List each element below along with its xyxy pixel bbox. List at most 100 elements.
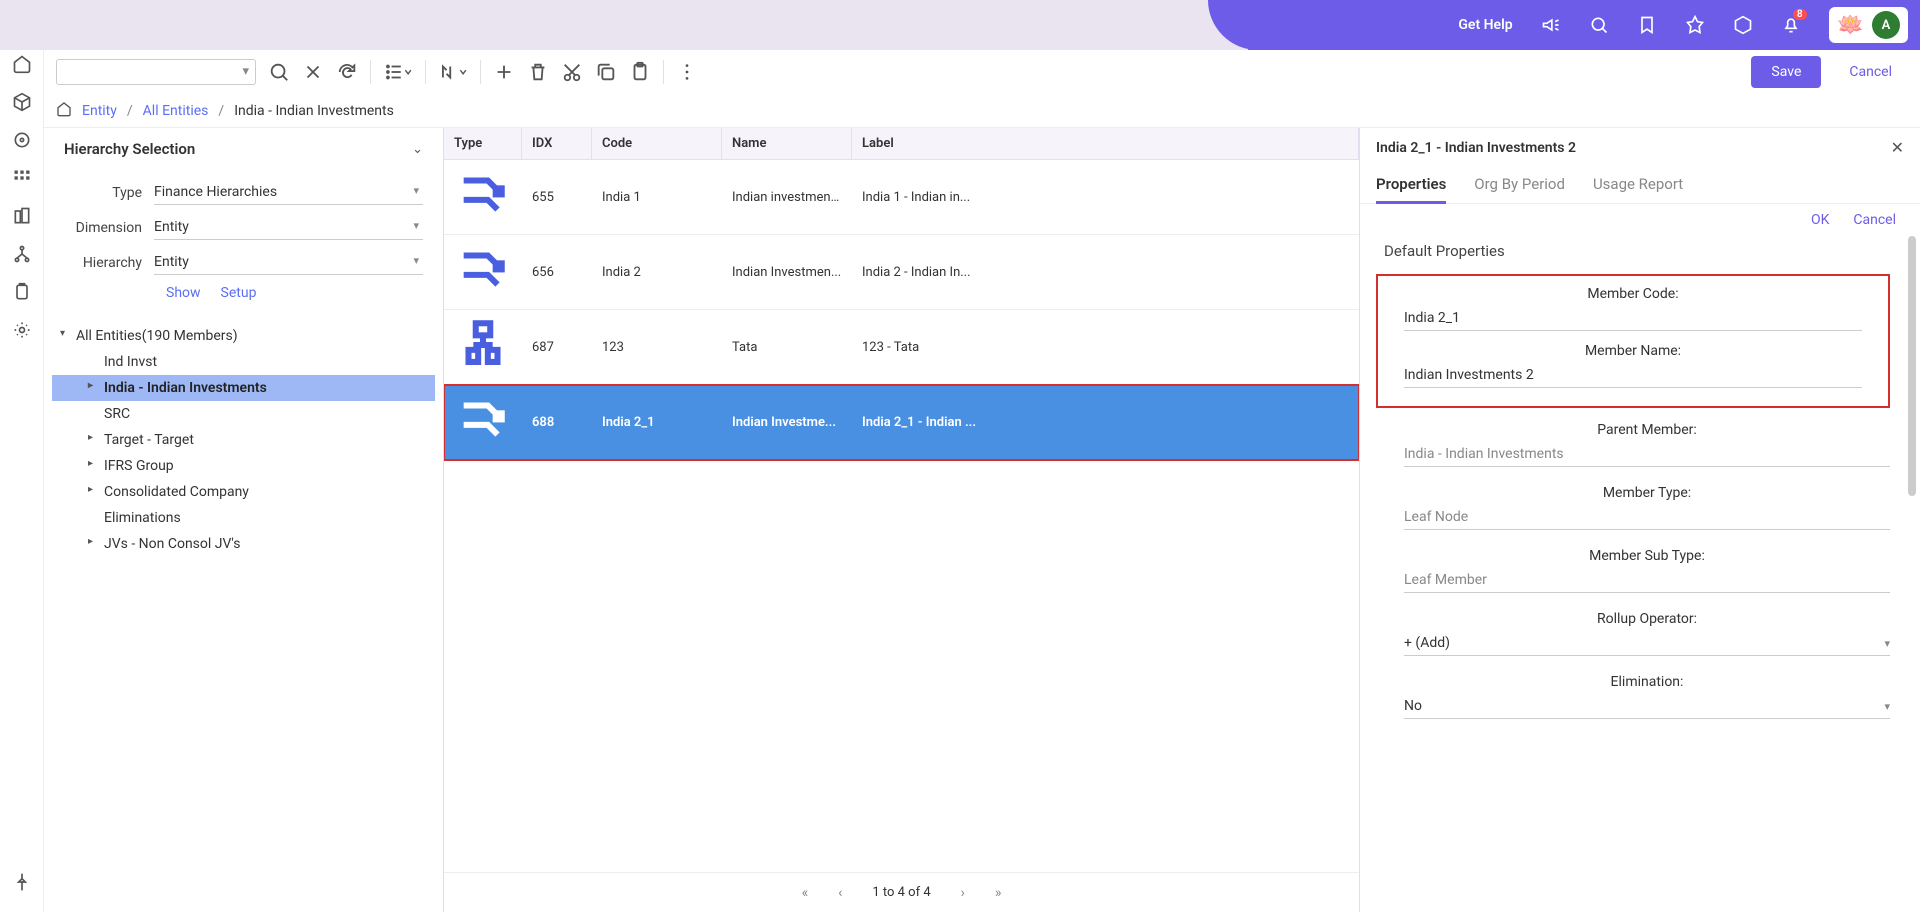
tab-properties[interactable]: Properties — [1376, 169, 1446, 203]
rollup-label: Rollup Operator: — [1404, 611, 1890, 627]
notification-badge: 8 — [1793, 9, 1807, 20]
save-button[interactable]: Save — [1751, 56, 1821, 88]
tree-icon[interactable] — [12, 244, 32, 264]
table-row[interactable]: 687123Tata123 - Tata — [444, 310, 1359, 385]
dimension-select[interactable]: Entity — [154, 215, 423, 240]
get-help-link[interactable]: Get Help — [1458, 17, 1512, 33]
col-name[interactable]: Name — [722, 128, 852, 159]
left-nav-rail: P — [0, 0, 44, 912]
user-avatar[interactable]: A — [1872, 11, 1900, 39]
breadcrumb-entity[interactable]: Entity — [82, 103, 117, 119]
tree-item[interactable]: ▸Target - Target — [52, 427, 435, 453]
table-row[interactable]: 688India 2_1Indian Investme...India 2_1 … — [444, 385, 1359, 460]
grid-body: 655India 1Indian investment...India 1 - … — [444, 160, 1359, 872]
breadcrumb-all-entities[interactable]: All Entities — [143, 103, 209, 119]
cancel-button[interactable]: Cancel — [1833, 56, 1908, 88]
hierarchy-panel: Hierarchy Selection ⌄ Type Finance Hiera… — [44, 128, 444, 912]
type-select[interactable]: Finance Hierarchies — [154, 180, 423, 205]
top-bar: Get Help 8 🪷 A — [0, 0, 1920, 50]
pager-prev-icon[interactable]: ‹ — [838, 885, 842, 901]
breadcrumb-home-icon[interactable] — [56, 101, 72, 121]
table-row[interactable]: 656India 2Indian Investmen...India 2 - I… — [444, 235, 1359, 310]
scrollbar[interactable] — [1908, 236, 1916, 496]
row-type-icon — [454, 287, 512, 303]
grid-icon[interactable] — [12, 168, 32, 188]
tree-item[interactable]: ▸JVs - Non Consol JV's — [52, 531, 435, 557]
pin-icon[interactable] — [12, 872, 32, 892]
sort-icon[interactable] — [438, 61, 468, 83]
col-idx[interactable]: IDX — [522, 128, 592, 159]
elimination-select[interactable]: No▾ — [1404, 696, 1890, 719]
tree-item[interactable]: ▸India - Indian Investments — [52, 375, 435, 401]
row-type-icon — [454, 437, 512, 453]
pager-first-icon[interactable]: « — [802, 885, 809, 901]
copy-icon[interactable] — [595, 61, 617, 83]
member-type-value: Leaf Node — [1404, 507, 1890, 530]
hierarchy-title: Hierarchy Selection — [64, 140, 412, 158]
rollup-select[interactable]: + (Add)▾ — [1404, 633, 1890, 656]
tree-item[interactable]: SRC — [52, 401, 435, 427]
clipboard-icon[interactable] — [12, 282, 32, 302]
prop-ok[interactable]: OK — [1811, 212, 1829, 228]
breadcrumb-current: India - Indian Investments — [234, 103, 394, 119]
lotus-icon: 🪷 — [1837, 13, 1864, 38]
member-subtype-value: Leaf Member — [1404, 570, 1890, 593]
tab-usage-report[interactable]: Usage Report — [1593, 169, 1683, 203]
target-icon[interactable] — [12, 130, 32, 150]
pager-last-icon[interactable]: » — [995, 885, 1002, 901]
tree-item[interactable]: ▸IFRS Group — [52, 453, 435, 479]
compass-icon[interactable] — [1685, 15, 1705, 35]
refresh-icon[interactable] — [336, 61, 358, 83]
hierarchy-label: Hierarchy — [64, 255, 154, 271]
toolbar: ▾ Save Cancel — [44, 50, 1920, 94]
add-icon[interactable] — [493, 61, 515, 83]
prop-cancel[interactable]: Cancel — [1853, 212, 1896, 228]
toolbar-close-icon[interactable] — [302, 61, 324, 83]
list-menu-icon[interactable] — [383, 61, 413, 83]
search-icon[interactable] — [1589, 15, 1609, 35]
member-code-input[interactable]: India 2_1 — [1404, 308, 1862, 331]
tree-item[interactable]: Ind Invst — [52, 349, 435, 375]
hierarchy-select[interactable]: Entity — [154, 250, 423, 275]
properties-title: India 2_1 - Indian Investments 2 — [1376, 140, 1891, 156]
bookmark-icon[interactable] — [1637, 15, 1657, 35]
tree-root[interactable]: ▾All Entities(190 Members) — [52, 323, 435, 349]
grid-panel: Type IDX Code Name Label 655India 1India… — [444, 128, 1360, 912]
type-label: Type — [64, 185, 154, 201]
breadcrumb: Entity / All Entities / India - Indian I… — [44, 94, 1920, 128]
paste-icon[interactable] — [629, 61, 651, 83]
parent-member-label: Parent Member: — [1404, 422, 1890, 438]
toolbar-combo[interactable]: ▾ — [56, 59, 256, 85]
toolbar-search-icon[interactable] — [268, 61, 290, 83]
member-name-input[interactable]: Indian Investments 2 — [1404, 365, 1862, 388]
member-subtype-label: Member Sub Type: — [1404, 548, 1890, 564]
member-code-label: Member Code: — [1404, 286, 1862, 302]
home-icon[interactable] — [12, 54, 32, 74]
tree-item[interactable]: ▸Consolidated Company — [52, 479, 435, 505]
pager-next-icon[interactable]: › — [961, 885, 965, 901]
col-type[interactable]: Type — [444, 128, 522, 159]
tree-item[interactable]: Eliminations — [52, 505, 435, 531]
grid-pager: « ‹ 1 to 4 of 4 › » — [444, 872, 1359, 912]
col-label[interactable]: Label — [852, 128, 1359, 159]
delete-icon[interactable] — [527, 61, 549, 83]
cut-icon[interactable] — [561, 61, 583, 83]
settings-icon[interactable] — [12, 320, 32, 340]
setup-link[interactable]: Setup — [221, 285, 257, 301]
package-icon[interactable] — [1733, 15, 1753, 35]
panel-collapse-icon[interactable]: ⌄ — [412, 142, 423, 157]
more-icon[interactable] — [676, 61, 698, 83]
brand-chip[interactable]: 🪷 A — [1829, 7, 1908, 43]
bell-icon[interactable]: 8 — [1781, 15, 1801, 35]
properties-panel: India 2_1 - Indian Investments 2 ✕ Prope… — [1360, 128, 1920, 912]
table-row[interactable]: 655India 1Indian investment...India 1 - … — [444, 160, 1359, 235]
pager-text: 1 to 4 of 4 — [872, 885, 930, 900]
announce-icon[interactable] — [1541, 15, 1561, 35]
building-icon[interactable] — [12, 206, 32, 226]
close-panel-icon[interactable]: ✕ — [1891, 138, 1904, 157]
col-code[interactable]: Code — [592, 128, 722, 159]
parent-member-value: India - Indian Investments — [1404, 444, 1890, 467]
cube-icon[interactable] — [12, 92, 32, 112]
show-link[interactable]: Show — [166, 285, 201, 301]
tab-org-by-period[interactable]: Org By Period — [1474, 169, 1565, 203]
